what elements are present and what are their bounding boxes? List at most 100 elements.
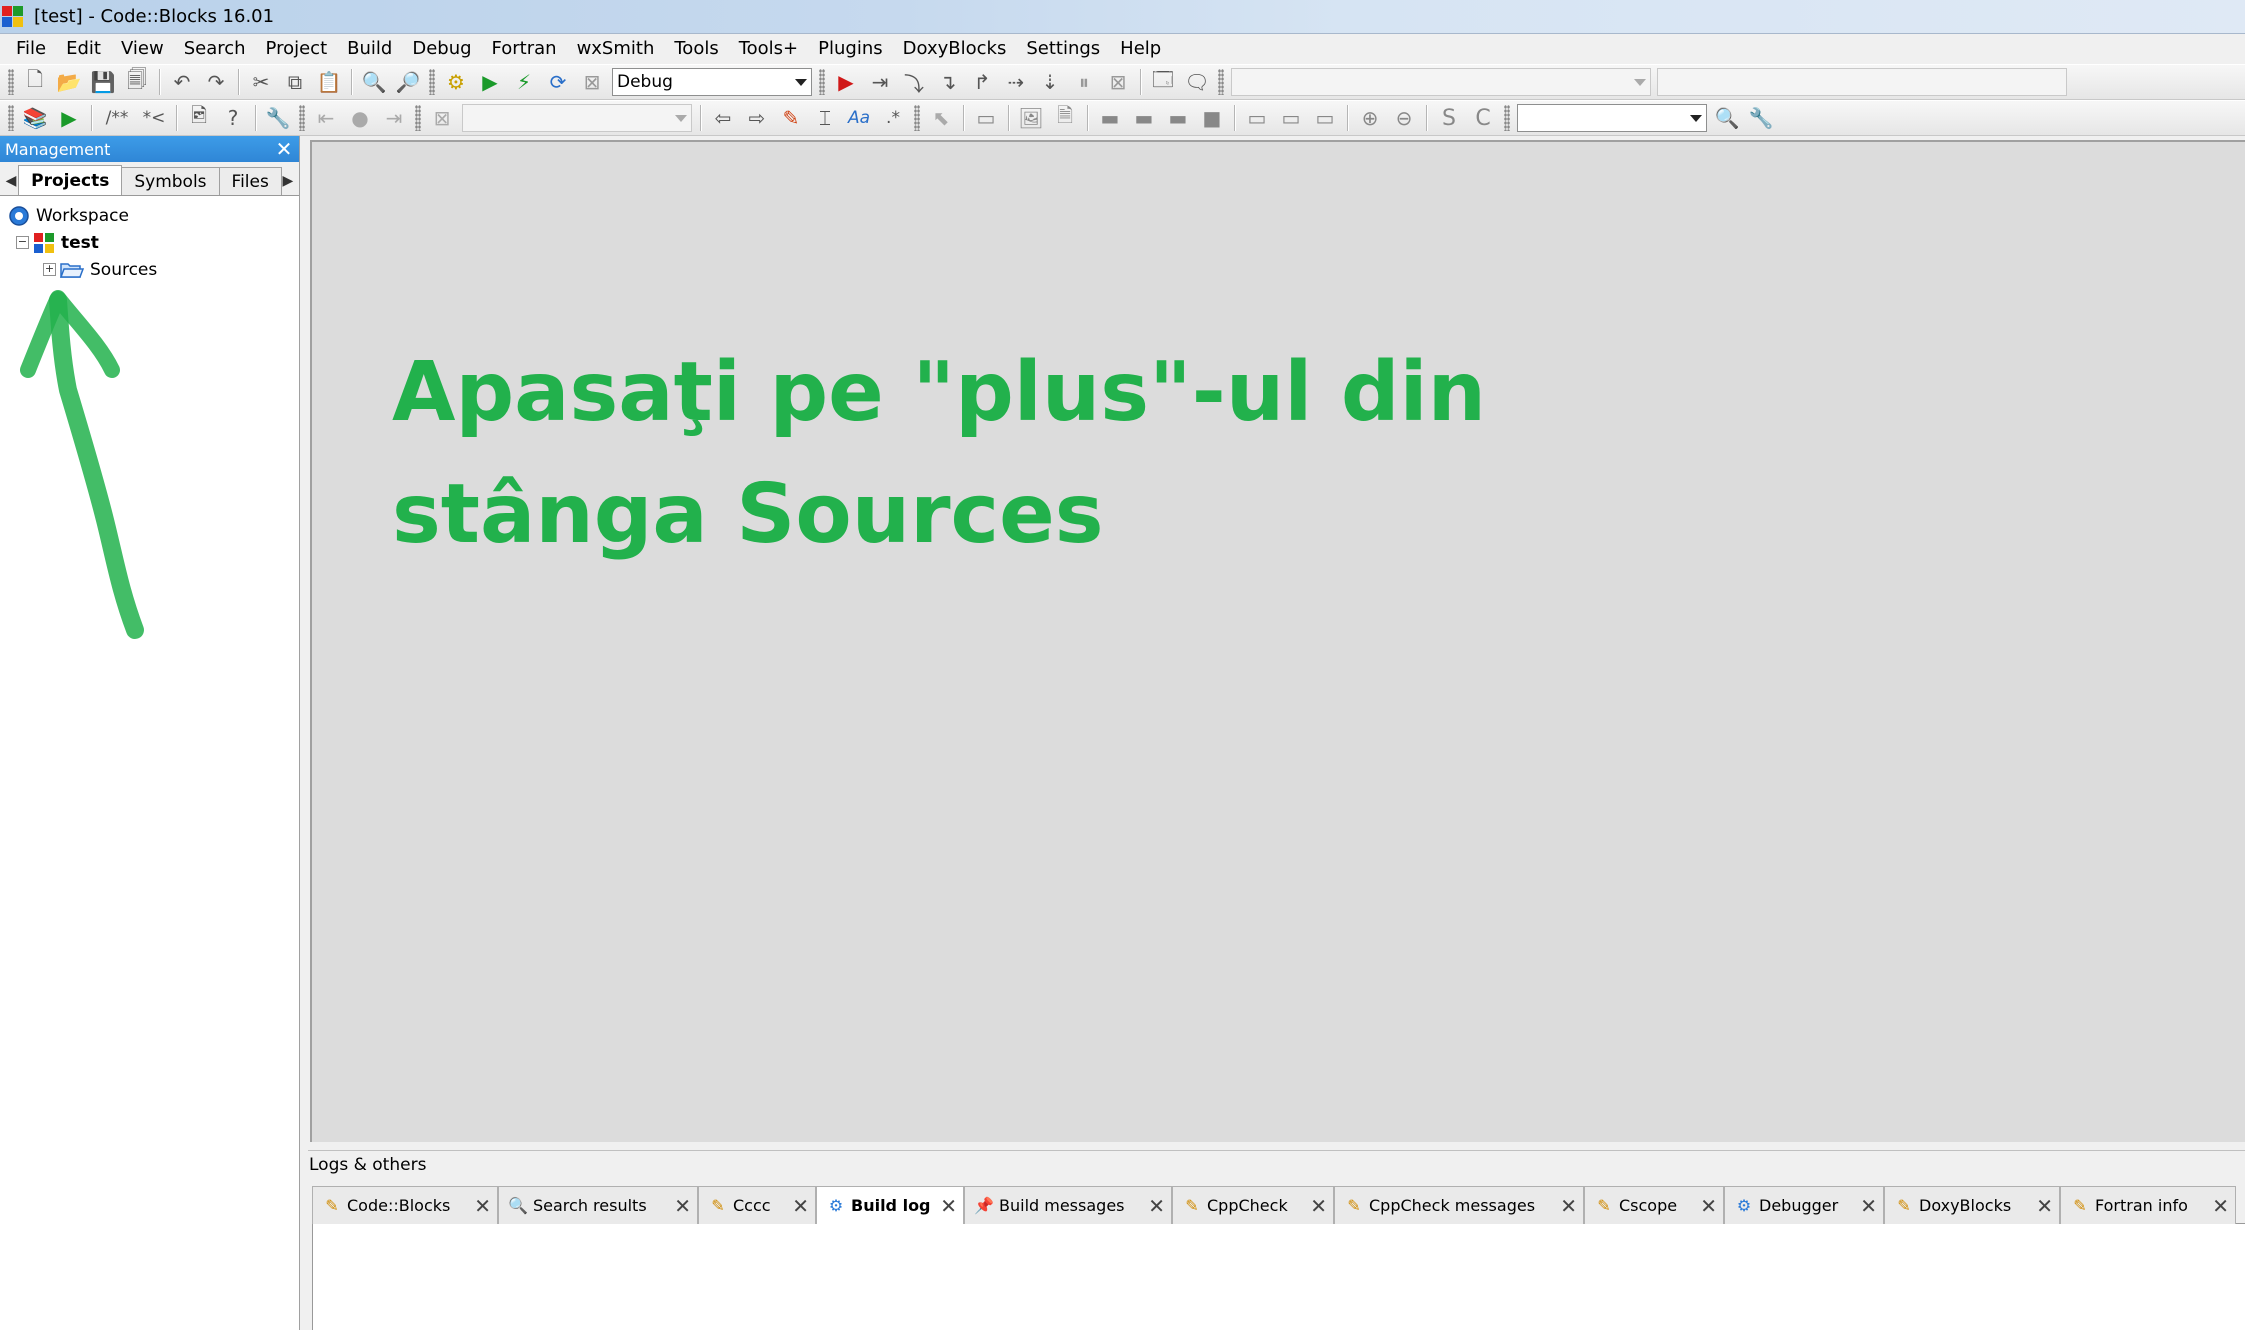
save-icon[interactable]: 💾 xyxy=(88,67,118,97)
menu-tools-plus[interactable]: Tools+ xyxy=(729,35,808,63)
run-to-cursor-icon[interactable]: ⇥ xyxy=(865,67,895,97)
step-out-icon[interactable]: ↱ xyxy=(967,67,997,97)
settings-wrench-icon[interactable]: 🔧 xyxy=(1746,103,1776,133)
menu-doxyblocks[interactable]: DoxyBlocks xyxy=(893,35,1017,63)
log-tab-build-messages[interactable]: 📌 Build messages ✕ xyxy=(964,1186,1172,1224)
toolbar-grip[interactable] xyxy=(429,69,435,95)
frame-icon[interactable]: ▭ xyxy=(971,103,1001,133)
highlight-icon[interactable]: ✎ xyxy=(776,103,806,133)
expand-center-icon[interactable]: ▭ xyxy=(1276,103,1306,133)
pointer-icon[interactable]: ⬉ xyxy=(926,103,956,133)
toolbar-grip[interactable] xyxy=(1504,105,1510,131)
jump-back-icon[interactable]: ⇤ xyxy=(311,103,341,133)
toolbar-grip[interactable] xyxy=(415,105,421,131)
menu-debug[interactable]: Debug xyxy=(402,35,481,63)
menu-file[interactable]: File xyxy=(6,35,56,63)
run-html-icon[interactable]: 🖻 xyxy=(184,103,214,133)
replace-icon[interactable]: 🔎 xyxy=(393,67,423,97)
menu-settings[interactable]: Settings xyxy=(1016,35,1110,63)
rebuild-icon[interactable]: ⟳ xyxy=(543,67,573,97)
close-icon[interactable]: ✕ xyxy=(1560,1194,1577,1218)
block-comment-icon[interactable]: /** xyxy=(99,103,135,133)
log-tab-cscope[interactable]: ✎ Cscope ✕ xyxy=(1584,1186,1724,1224)
log-tab-cppcheck[interactable]: ✎ CppCheck ✕ xyxy=(1172,1186,1334,1224)
close-icon[interactable]: ✕ xyxy=(2036,1194,2053,1218)
expand-left-icon[interactable]: ▭ xyxy=(1242,103,1272,133)
expand-right-icon[interactable]: ▭ xyxy=(1310,103,1340,133)
clear-search-icon[interactable]: ⊠ xyxy=(427,103,457,133)
step-instruction-icon[interactable]: ⇣ xyxy=(1035,67,1065,97)
log-tab-debugger[interactable]: ⚙ Debugger ✕ xyxy=(1724,1186,1884,1224)
collapse-icon[interactable]: − xyxy=(16,236,29,249)
line-comment-icon[interactable]: *< xyxy=(139,103,169,133)
redo-icon[interactable]: ↷ xyxy=(201,67,231,97)
build-log-output[interactable] xyxy=(312,1224,2245,1330)
tab-symbols[interactable]: Symbols xyxy=(121,167,220,195)
symbol-s-icon[interactable]: S xyxy=(1434,103,1464,133)
doxywizard-icon[interactable]: 📚 xyxy=(20,103,50,133)
close-icon[interactable]: ✕ xyxy=(273,137,295,161)
align-fill-icon[interactable]: ■ xyxy=(1197,103,1227,133)
close-icon[interactable]: ✕ xyxy=(1310,1194,1327,1218)
tab-scroll-left-icon[interactable]: ◀ xyxy=(4,167,18,195)
config-icon[interactable]: 🔧 xyxy=(263,103,293,133)
image-icon[interactable]: 🖼 xyxy=(1016,103,1046,133)
toolbar-grip[interactable] xyxy=(8,69,14,95)
menu-view[interactable]: View xyxy=(111,35,174,63)
log-tab-fortran-info[interactable]: ✎ Fortran info ✕ xyxy=(2060,1186,2236,1224)
menu-build[interactable]: Build xyxy=(337,35,402,63)
search-symbol-icon[interactable]: 🔍 xyxy=(1712,103,1742,133)
menu-edit[interactable]: Edit xyxy=(56,35,111,63)
menu-fortran[interactable]: Fortran xyxy=(482,35,567,63)
tab-files[interactable]: Files xyxy=(218,167,282,195)
function-select[interactable] xyxy=(1657,68,2067,96)
zoom-in-icon[interactable]: ⊕ xyxy=(1355,103,1385,133)
next-instruction-icon[interactable]: ⇢ xyxy=(1001,67,1031,97)
extract-docs-icon[interactable]: ▶ xyxy=(54,103,84,133)
menu-project[interactable]: Project xyxy=(256,35,338,63)
toolbar-grip[interactable] xyxy=(914,105,920,131)
toolbar-grip[interactable] xyxy=(819,69,825,95)
scope-select[interactable] xyxy=(1231,68,1651,96)
new-file-icon[interactable]: 🗋 xyxy=(20,67,50,97)
paste-icon[interactable]: 📋 xyxy=(314,67,344,97)
log-tab-cccc[interactable]: ✎ Cccc ✕ xyxy=(698,1186,816,1224)
log-tab-search-results[interactable]: 🔍 Search results ✕ xyxy=(498,1186,698,1224)
editor-area[interactable] xyxy=(310,140,2245,1142)
close-icon[interactable]: ✕ xyxy=(474,1194,491,1218)
tree-item-workspace[interactable]: Workspace xyxy=(8,202,299,229)
toolbar-grip[interactable] xyxy=(299,105,305,131)
build-target-select[interactable]: Debug xyxy=(612,68,812,96)
log-tab-codeblocks[interactable]: ✎ Code::Blocks ✕ xyxy=(312,1186,498,1224)
expand-plus-icon[interactable]: + xyxy=(43,263,56,276)
run-chm-icon[interactable]: ? xyxy=(218,103,248,133)
selected-text-only-icon[interactable]: ⌶ xyxy=(810,103,840,133)
next-line-icon[interactable]: ⤵ xyxy=(899,67,929,97)
menu-wxsmith[interactable]: wxSmith xyxy=(567,35,665,63)
menu-help[interactable]: Help xyxy=(1110,35,1171,63)
text-box-icon[interactable]: 🗎 xyxy=(1050,103,1080,133)
menu-tools[interactable]: Tools xyxy=(664,35,728,63)
zoom-out-icon[interactable]: ⊖ xyxy=(1389,103,1419,133)
jump-forward-icon[interactable]: ⇥ xyxy=(379,103,409,133)
open-folder-icon[interactable]: 📂 xyxy=(54,67,84,97)
stop-debug-icon[interactable]: ⊠ xyxy=(1103,67,1133,97)
close-icon[interactable]: ✕ xyxy=(2212,1194,2229,1218)
menu-plugins[interactable]: Plugins xyxy=(808,35,892,63)
tree-item-sources[interactable]: + Sources xyxy=(8,256,299,283)
close-icon[interactable]: ✕ xyxy=(1860,1194,1877,1218)
symbol-search-select[interactable] xyxy=(1517,104,1707,132)
undo-icon[interactable]: ↶ xyxy=(167,67,197,97)
log-tab-build-log[interactable]: ⚙ Build log ✕ xyxy=(816,1186,964,1224)
tab-projects[interactable]: Projects xyxy=(18,165,123,195)
toolbar-grip[interactable] xyxy=(8,105,14,131)
search-previous-icon[interactable]: ⇦ xyxy=(708,103,738,133)
regex-icon[interactable]: .* xyxy=(878,103,908,133)
cut-icon[interactable]: ✂ xyxy=(246,67,276,97)
abort-icon[interactable]: ⊠ xyxy=(577,67,607,97)
debug-windows-icon[interactable]: 🗔 xyxy=(1148,67,1178,97)
tree-item-project[interactable]: − test xyxy=(8,229,299,256)
align-top-icon[interactable]: ▬ xyxy=(1095,103,1125,133)
incremental-search-input[interactable] xyxy=(462,104,692,132)
menu-search[interactable]: Search xyxy=(174,35,256,63)
